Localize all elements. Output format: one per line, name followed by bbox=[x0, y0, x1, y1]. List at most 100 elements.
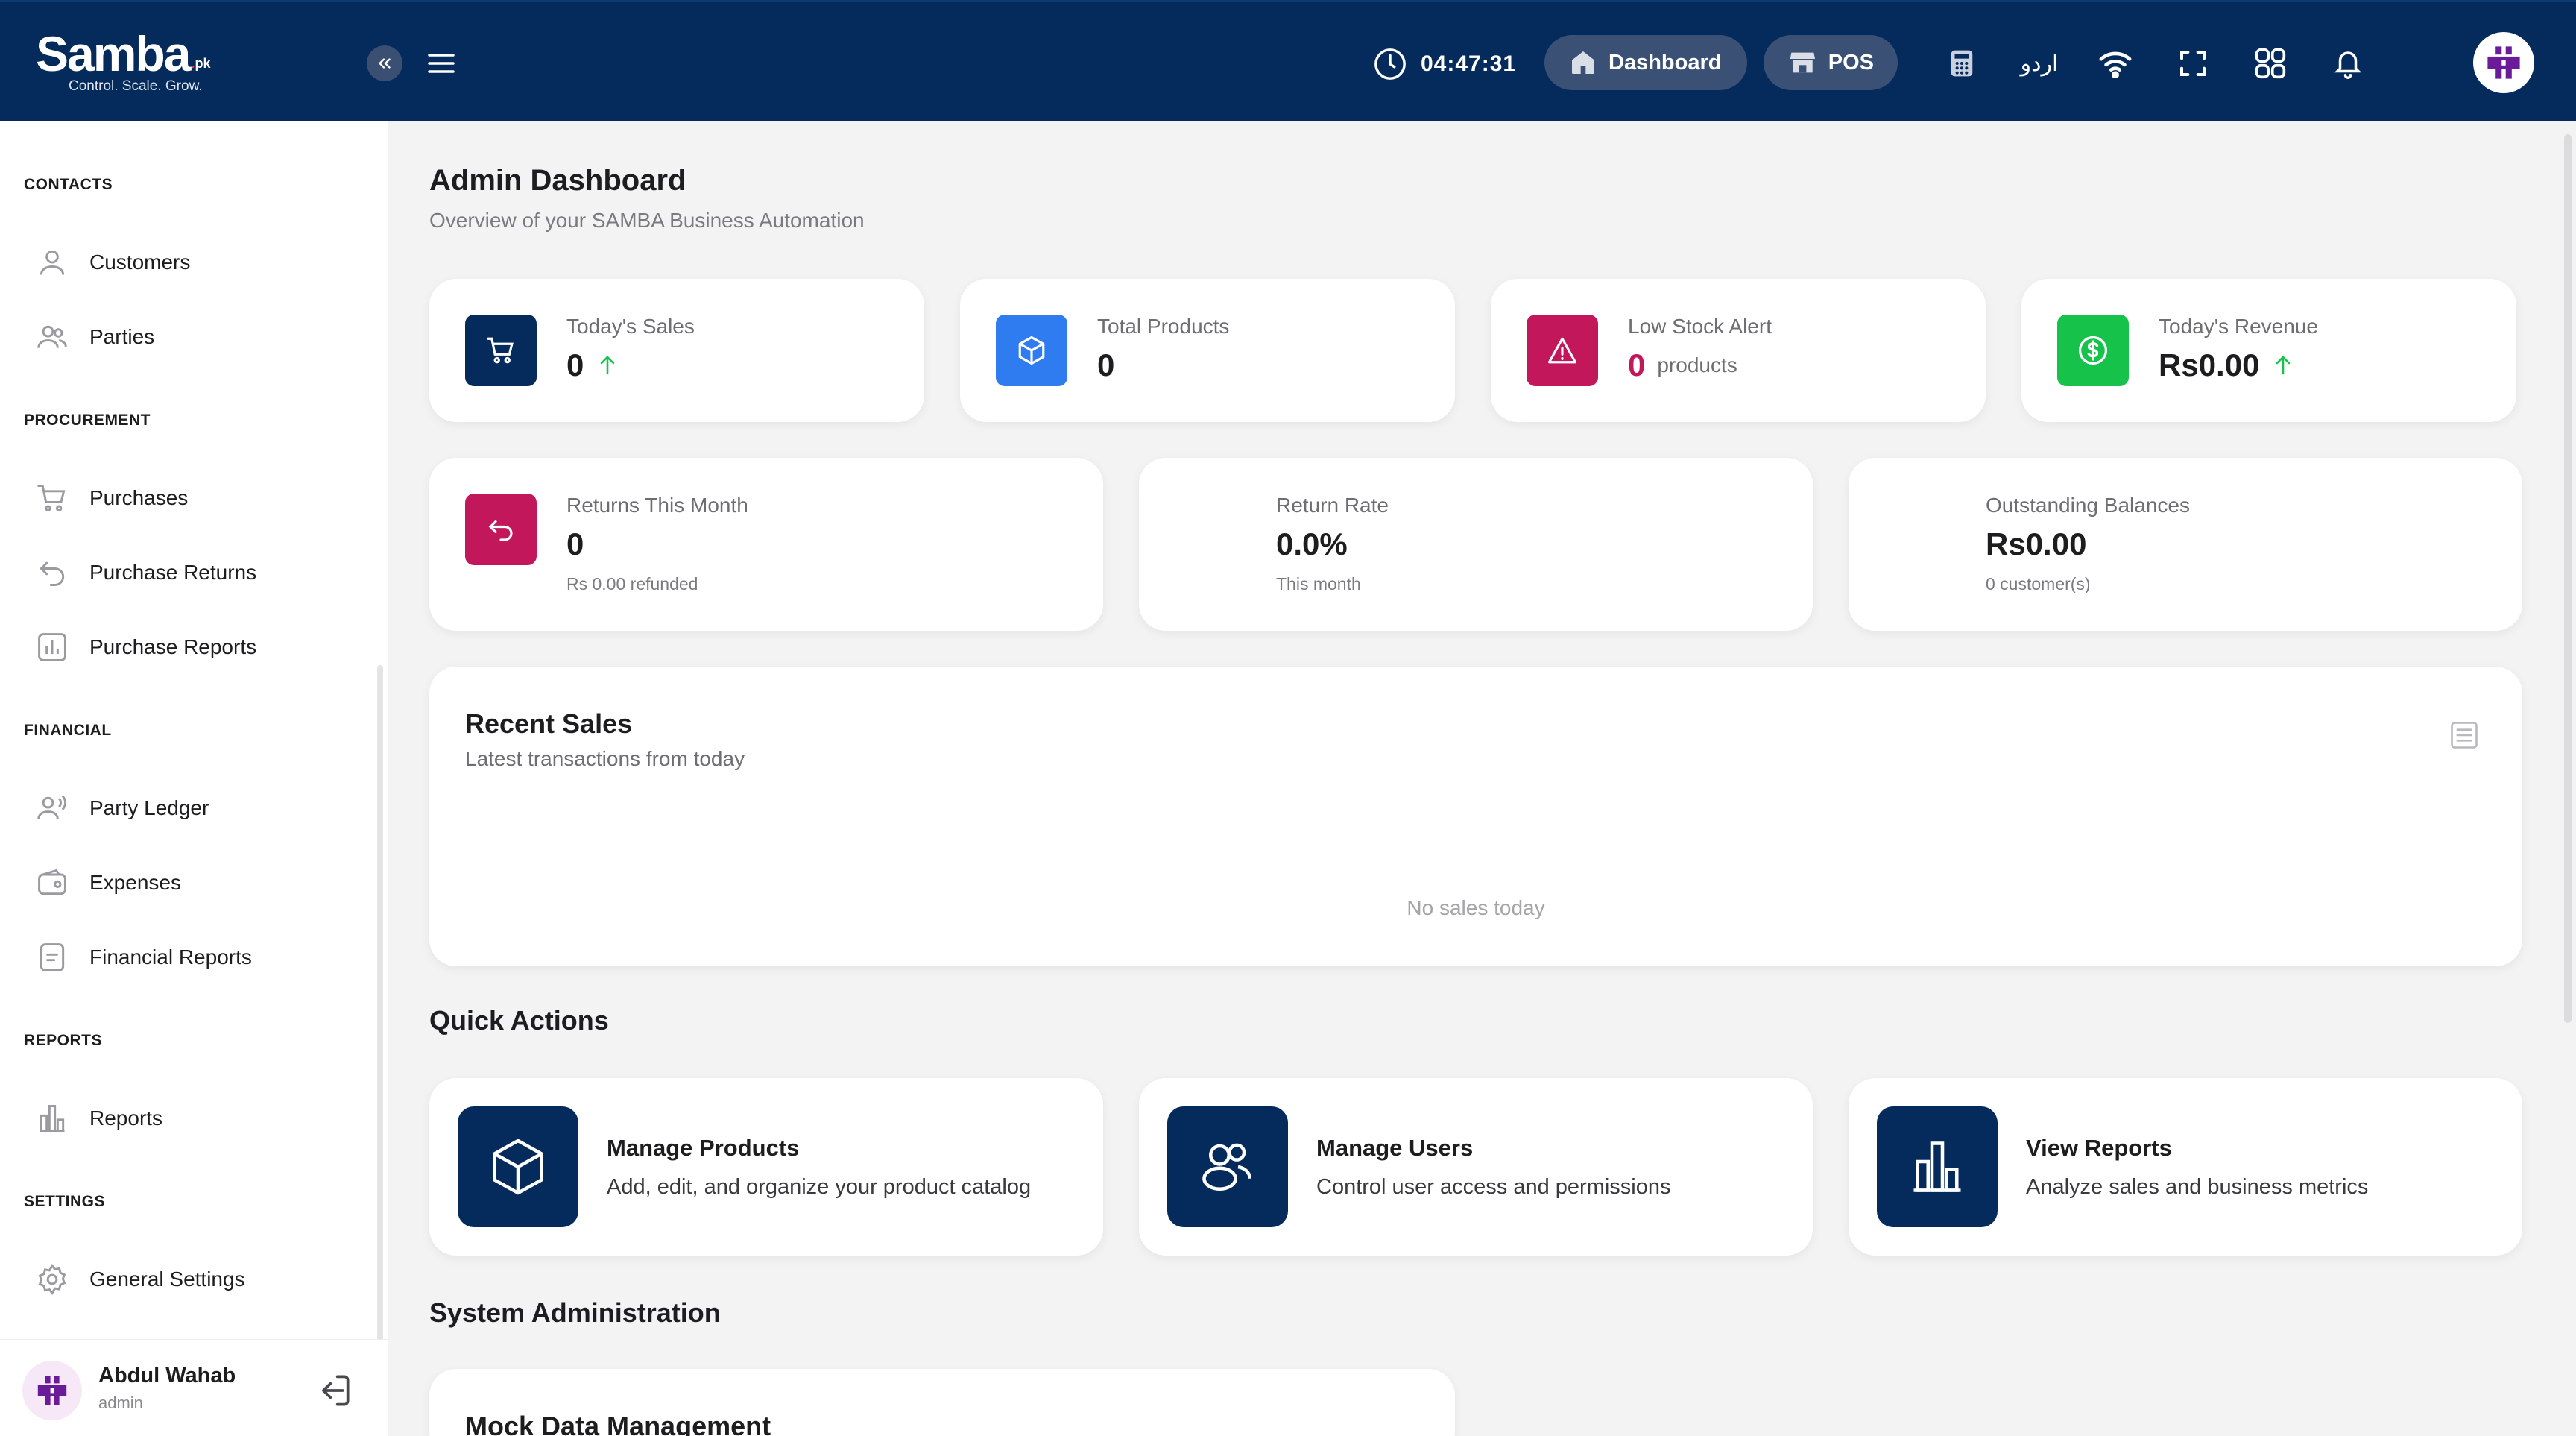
sidebar-item-purchases[interactable]: Purchases bbox=[36, 468, 364, 528]
home-icon bbox=[1572, 51, 1594, 74]
user-profile-footer: Abdul Wahab admin bbox=[0, 1339, 388, 1436]
stat-label: Return Rate bbox=[1276, 494, 1389, 517]
sidebar-item-reports[interactable]: Reports bbox=[36, 1089, 364, 1148]
user-avatar-button[interactable] bbox=[2473, 32, 2534, 93]
avatar-pattern-icon bbox=[37, 1376, 67, 1405]
top-navbar: Samba .pk Control. Scale. Grow. 04:47:31 … bbox=[0, 0, 2576, 121]
stat-value: Rs0.00 bbox=[1986, 526, 2087, 561]
clock-icon bbox=[1374, 48, 1406, 80]
stat-label: Today's Revenue bbox=[2159, 315, 2318, 338]
stat-icon-box bbox=[465, 494, 537, 565]
quick-action-icon-box bbox=[1167, 1106, 1288, 1227]
sidebar-item-purchase-reports[interactable]: Purchase Reports bbox=[36, 617, 364, 677]
recent-sales-title: Recent Sales bbox=[465, 708, 633, 739]
calculator-button[interactable] bbox=[1942, 44, 1981, 83]
fullscreen-button[interactable] bbox=[2174, 44, 2212, 83]
dashboard-button[interactable]: Dashboard bbox=[1544, 35, 1747, 90]
logo-suffix: .pk bbox=[191, 56, 211, 71]
stat-value: 0 bbox=[566, 347, 584, 382]
clock-display: 04:47:31 bbox=[1373, 47, 1516, 81]
stat-icon-box bbox=[996, 315, 1067, 386]
ledger-icon bbox=[37, 795, 66, 819]
calculator-icon bbox=[1951, 50, 1973, 77]
logo-text: Samba bbox=[36, 26, 191, 81]
list-icon bbox=[2451, 722, 2478, 749]
sidebar-item-label: Parties bbox=[89, 325, 155, 348]
pos-button[interactable]: POS bbox=[1764, 35, 1898, 90]
logo-tagline: Control. Scale. Grow. bbox=[69, 78, 203, 94]
arrow-up-icon bbox=[601, 356, 615, 375]
logout-icon bbox=[322, 1375, 350, 1406]
sidebar-item-financial-reports[interactable]: Financial Reports bbox=[36, 928, 364, 987]
stat-label: Today's Sales bbox=[566, 315, 695, 338]
sidebar-item-label: Purchase Returns bbox=[89, 561, 257, 584]
recent-sales-subtitle: Latest transactions from today bbox=[465, 747, 745, 770]
box-icon bbox=[1018, 336, 1045, 365]
main-content: Admin Dashboard Overview of your SAMBA B… bbox=[388, 121, 2576, 1436]
language-toggle[interactable]: اردو bbox=[2018, 44, 2060, 83]
stat-value-row: Rs0.00 bbox=[2159, 347, 2292, 383]
stat-unit: products bbox=[1657, 353, 1737, 377]
sidebar-item-expenses[interactable]: Expenses bbox=[36, 853, 364, 913]
main-scrollbar[interactable] bbox=[2564, 134, 2572, 1023]
users-icon bbox=[37, 325, 67, 348]
sidebar-scrollbar[interactable] bbox=[377, 665, 383, 1344]
sidebar-item-parties[interactable]: Parties bbox=[36, 307, 364, 367]
apps-grid-icon bbox=[2255, 48, 2286, 79]
bar-chart-icon bbox=[40, 1105, 65, 1132]
quick-action-title: Manage Products bbox=[607, 1135, 800, 1161]
box-icon bbox=[493, 1139, 543, 1195]
quick-action-desc: Add, edit, and organize your product cat… bbox=[607, 1175, 1032, 1199]
pos-label: POS bbox=[1828, 50, 1874, 75]
quick-action-view-reports[interactable]: View Reports Analyze sales and business … bbox=[1849, 1078, 2522, 1256]
report-doc-icon bbox=[40, 943, 65, 971]
stat-value-row: 0 bbox=[566, 347, 616, 383]
stat-card-todays-revenue: Today's Revenue Rs0.00 bbox=[2021, 279, 2516, 422]
stat-card-return-rate: Return Rate 0.0% This month bbox=[1139, 458, 1813, 631]
language-label: اردو bbox=[2020, 50, 2059, 77]
user-icon bbox=[40, 250, 65, 275]
mock-data-card: Mock Data Management bbox=[429, 1369, 1455, 1436]
apps-button[interactable] bbox=[2251, 44, 2290, 83]
samba-logo[interactable]: Samba .pk Control. Scale. Grow. bbox=[36, 28, 210, 95]
dashboard-label: Dashboard bbox=[1609, 50, 1722, 75]
sidebar-item-label: Purchase Reports bbox=[89, 635, 257, 658]
sidebar-section-procurement: PROCUREMENT bbox=[24, 412, 151, 429]
stat-card-total-products: Total Products 0 bbox=[960, 279, 1455, 422]
collapse-sidebar-button[interactable] bbox=[367, 45, 402, 81]
quick-action-title: View Reports bbox=[2026, 1135, 2172, 1161]
stat-value: 0 bbox=[566, 526, 584, 561]
stat-card-todays-sales: Today's Sales 0 bbox=[429, 279, 924, 422]
notifications-button[interactable] bbox=[2329, 44, 2367, 83]
stat-icon-box bbox=[465, 315, 537, 386]
stat-card-low-stock: Low Stock Alert 0 products bbox=[1491, 279, 1986, 422]
return-icon bbox=[40, 561, 65, 586]
menu-button[interactable] bbox=[422, 45, 461, 81]
sidebar-item-general-settings[interactable]: General Settings bbox=[36, 1250, 364, 1309]
user-name: Abdul Wahab bbox=[98, 1364, 236, 1388]
stat-label: Returns This Month bbox=[566, 494, 748, 517]
list-view-button[interactable] bbox=[2448, 719, 2481, 752]
quick-action-manage-users[interactable]: Manage Users Control user access and per… bbox=[1139, 1078, 1813, 1256]
fullscreen-icon bbox=[2180, 51, 2206, 76]
avatar[interactable] bbox=[22, 1361, 82, 1420]
gear-icon bbox=[38, 1264, 66, 1295]
stat-value-row: 0 products bbox=[1628, 347, 1737, 383]
quick-actions-title: Quick Actions bbox=[429, 1005, 609, 1036]
dollar-icon bbox=[2078, 336, 2108, 365]
stat-note: 0 customer(s) bbox=[1986, 574, 2091, 593]
sidebar-section-financial: FINANCIAL bbox=[24, 722, 112, 739]
return-icon bbox=[488, 520, 513, 541]
wifi-status[interactable] bbox=[2096, 44, 2135, 83]
sidebar-item-label: Purchases bbox=[89, 486, 189, 509]
system-admin-title: System Administration bbox=[429, 1297, 721, 1328]
sidebar-item-customers[interactable]: Customers bbox=[36, 233, 364, 292]
quick-action-manage-products[interactable]: Manage Products Add, edit, and organize … bbox=[429, 1078, 1103, 1256]
sidebar-section-settings: SETTINGS bbox=[24, 1193, 106, 1210]
logout-button[interactable] bbox=[313, 1370, 355, 1411]
stat-value: 0.0% bbox=[1276, 526, 1348, 561]
cart-icon bbox=[486, 337, 514, 364]
sidebar-item-party-ledger[interactable]: Party Ledger bbox=[36, 778, 364, 838]
double-chevron-left-icon bbox=[378, 58, 391, 69]
sidebar-item-purchase-returns[interactable]: Purchase Returns bbox=[36, 543, 364, 602]
